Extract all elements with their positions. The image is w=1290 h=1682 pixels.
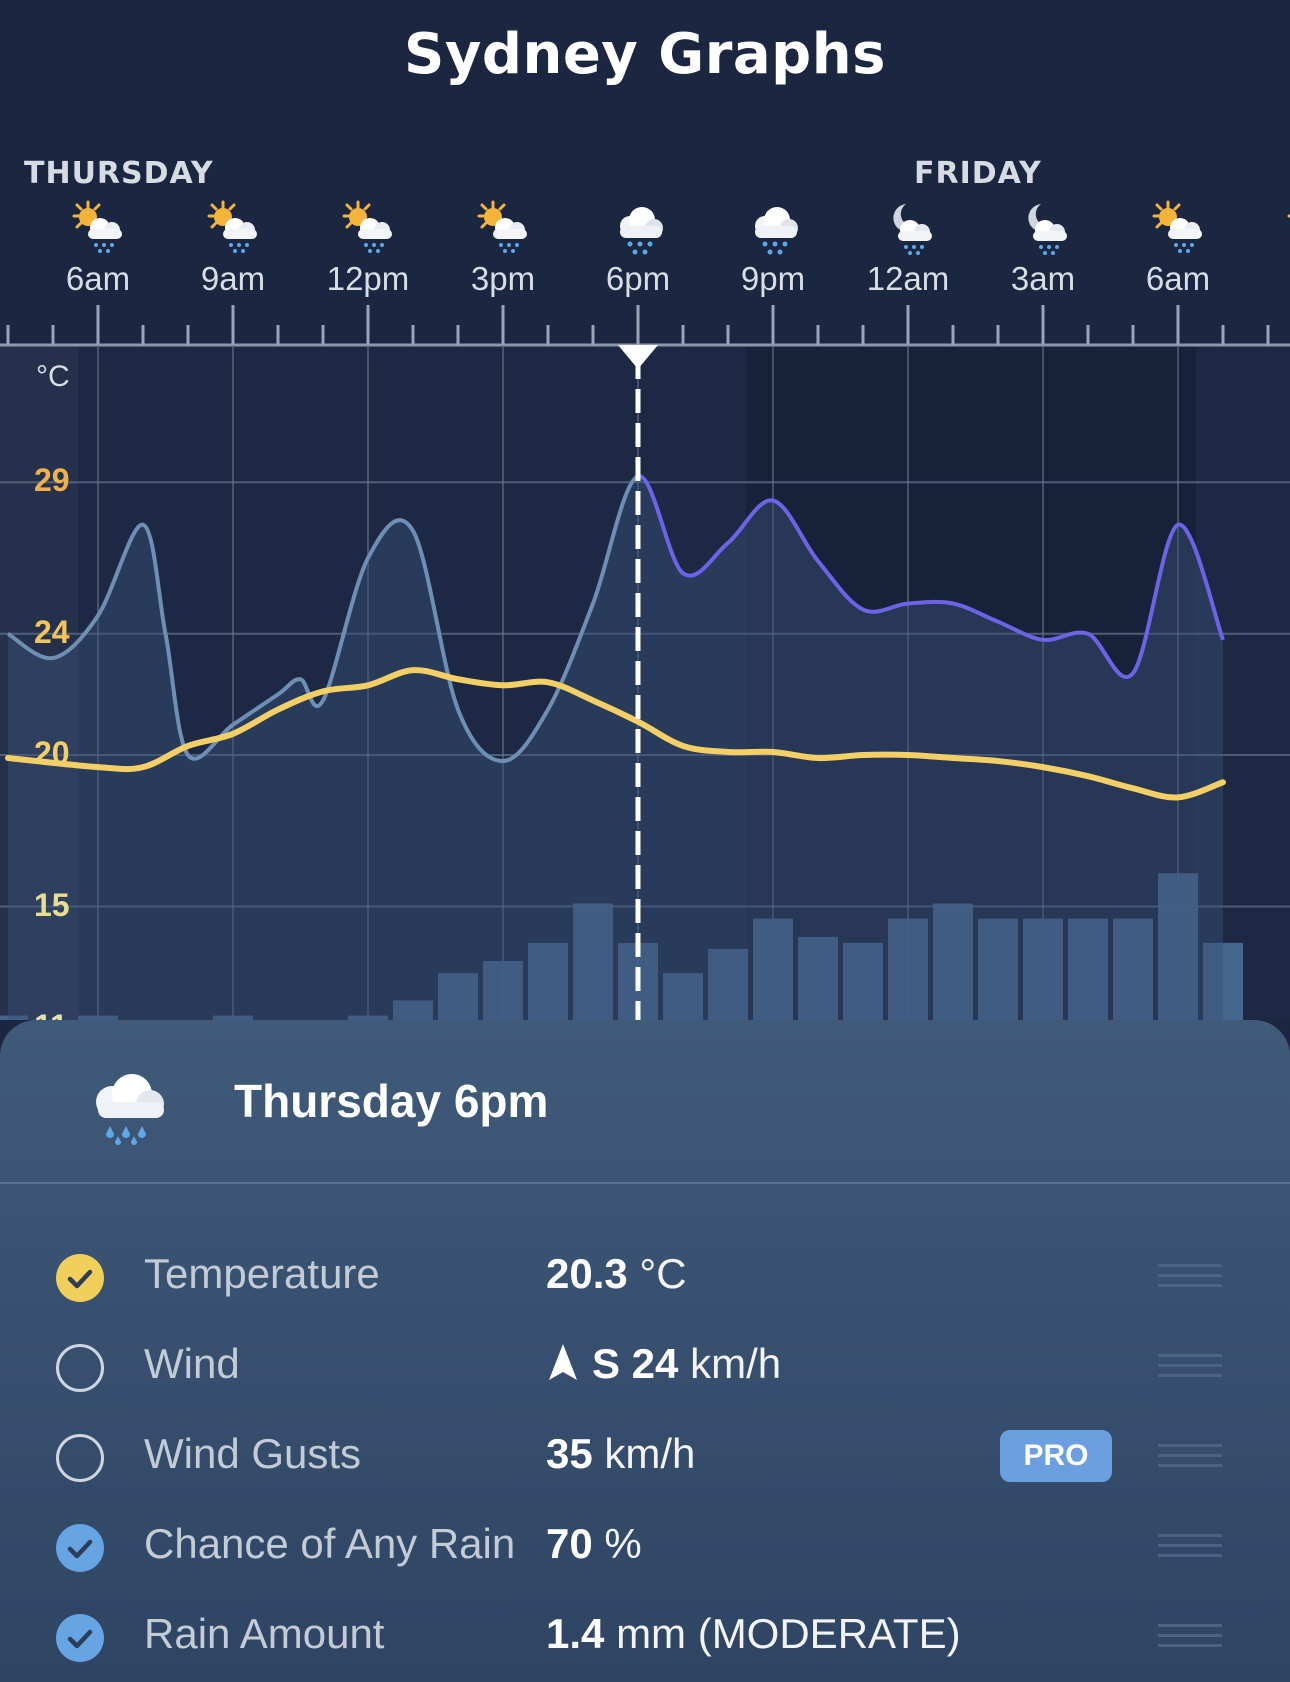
hour-label: 9am bbox=[200, 260, 266, 297]
sun-cloud-rain-icon bbox=[308, 196, 428, 260]
sun-cloud-rain-icon bbox=[173, 196, 293, 260]
drag-handle-icon[interactable] bbox=[1158, 1354, 1222, 1382]
page-title: Sydney Graphs bbox=[404, 22, 886, 87]
sun-cloud-rain-icon bbox=[443, 196, 563, 260]
weather-chart[interactable] bbox=[0, 300, 1290, 1020]
hour-column[interactable]: 6am bbox=[38, 196, 158, 298]
check-icon bbox=[67, 1269, 93, 1289]
temperature-label: Temperature bbox=[144, 1250, 380, 1297]
y-tick-label: 15 bbox=[34, 886, 70, 923]
hour-label: 3pm bbox=[470, 260, 536, 297]
drag-handle-icon[interactable] bbox=[1158, 1264, 1222, 1292]
hour-column[interactable]: 6pm bbox=[578, 196, 698, 298]
row-chance-of-any-rain[interactable]: Chance of Any Rain 70 % bbox=[0, 1500, 1290, 1590]
hour-label: 6pm bbox=[605, 260, 671, 297]
drag-handle-icon[interactable] bbox=[1158, 1624, 1222, 1652]
detail-header: Thursday 6pm bbox=[0, 1020, 1290, 1184]
hour-column[interactable]: 12am bbox=[848, 196, 968, 298]
hour-column[interactable]: 12pm bbox=[308, 196, 428, 298]
chart-unit-label: °C bbox=[36, 360, 70, 393]
temperature-checkbox[interactable] bbox=[56, 1254, 104, 1302]
moon-cloud-rain-icon bbox=[848, 196, 968, 260]
sun-cloud-rain-icon bbox=[38, 196, 158, 260]
wind-gusts-value: 35 km/h bbox=[546, 1430, 696, 1477]
hour-label: 3am bbox=[1010, 260, 1076, 297]
moon-cloud-rain-icon bbox=[983, 196, 1103, 260]
sun-cloud-rain-icon bbox=[1253, 196, 1290, 260]
row-wind[interactable]: Wind S 24 km/h bbox=[0, 1320, 1290, 1410]
hour-column[interactable]: 3pm bbox=[443, 196, 563, 298]
day-label-thursday: THURSDAY bbox=[24, 156, 214, 191]
hour-label: 6am bbox=[1145, 260, 1211, 297]
temperature-value: 20.3 °C bbox=[546, 1250, 687, 1297]
pro-badge[interactable]: PRO bbox=[1000, 1430, 1112, 1482]
cloud-rain-icon bbox=[578, 196, 698, 260]
north-arrow-icon bbox=[549, 1344, 577, 1380]
wind-label: Wind bbox=[144, 1340, 240, 1387]
y-tick-label: 29 bbox=[34, 462, 70, 499]
hour-column[interactable]: 9pm bbox=[713, 196, 833, 298]
detail-panel: Thursday 6pm Temperature 20.3 °C Wind S … bbox=[0, 1020, 1290, 1682]
drag-handle-icon[interactable] bbox=[1158, 1444, 1222, 1472]
cloud-rain-icon bbox=[96, 1074, 164, 1145]
cloud-rain-icon bbox=[713, 196, 833, 260]
check-icon bbox=[67, 1539, 93, 1559]
y-tick-label: 24 bbox=[34, 613, 70, 650]
chance-of-rain-checkbox[interactable] bbox=[56, 1524, 104, 1572]
hour-column[interactable]: 3am bbox=[983, 196, 1103, 298]
wind-gusts-label: Wind Gusts bbox=[144, 1430, 362, 1477]
hour-label: 6am bbox=[65, 260, 131, 297]
rain-amount-label: Rain Amount bbox=[144, 1610, 385, 1657]
hour-label: 9pm bbox=[740, 260, 806, 297]
check-icon bbox=[67, 1629, 93, 1649]
rain-amount-checkbox[interactable] bbox=[56, 1614, 104, 1662]
day-label-friday: FRIDAY bbox=[914, 156, 1042, 191]
hour-column[interactable]: 6am bbox=[1118, 196, 1238, 298]
hour-column[interactable]: 9 bbox=[1253, 196, 1290, 298]
wind-value: S 24 km/h bbox=[546, 1340, 781, 1388]
chance-of-rain-label: Chance of Any Rain bbox=[144, 1520, 516, 1567]
row-rain-amount[interactable]: Rain Amount 1.4 mm (MODERATE) bbox=[0, 1590, 1290, 1680]
drag-handle-icon[interactable] bbox=[1158, 1534, 1222, 1562]
hour-label: 12am bbox=[866, 260, 950, 297]
rain-amount-value: 1.4 mm (MODERATE) bbox=[546, 1610, 961, 1657]
row-wind-gusts[interactable]: Wind Gusts 35 km/h PRO bbox=[0, 1410, 1290, 1500]
detail-title: Thursday 6pm bbox=[234, 1075, 549, 1127]
chance-of-rain-value: 70 % bbox=[546, 1520, 642, 1567]
hour-label: 9 bbox=[1253, 260, 1290, 298]
hour-label: 12pm bbox=[326, 260, 410, 297]
wind-gusts-checkbox[interactable] bbox=[56, 1434, 104, 1482]
row-temperature[interactable]: Temperature 20.3 °C bbox=[0, 1230, 1290, 1320]
hour-column[interactable]: 9am bbox=[173, 196, 293, 298]
y-tick-label: 20 bbox=[34, 735, 70, 771]
wind-checkbox[interactable] bbox=[56, 1344, 104, 1392]
sun-cloud-rain-icon bbox=[1118, 196, 1238, 260]
